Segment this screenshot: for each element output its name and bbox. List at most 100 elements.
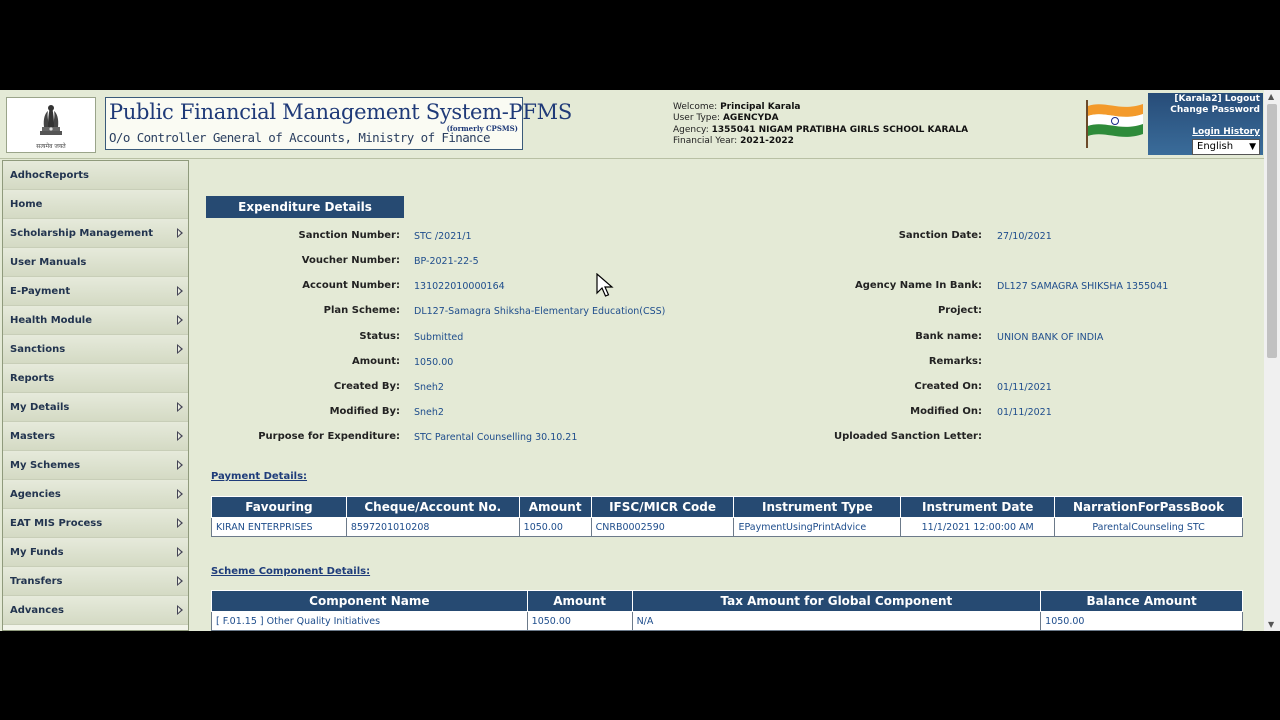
sidebar-item-advances[interactable]: Advances [3, 596, 188, 625]
payment-cell-instrument-type: EPaymentUsingPrintAdvice [733, 517, 902, 537]
login-history-link[interactable]: Login History [1192, 127, 1260, 137]
payment-cell-ifsc-micr-code: CNRB0002590 [590, 517, 735, 537]
user-link[interactable]: [Karala2] [1174, 94, 1221, 104]
user-type-value: AGENCYDA [722, 113, 779, 124]
field-value-account-number: 131022010000164 [414, 280, 505, 292]
submenu-arrow-icon [177, 518, 183, 528]
payment-header-amount: Amount [518, 496, 592, 518]
sidebar-item-label: Home [10, 199, 43, 210]
national-emblem-logo: सत्यमेव जयते [6, 97, 96, 153]
sidebar-item-my-funds[interactable]: My Funds [3, 538, 188, 567]
sidebar-item-e-payment[interactable]: E-Payment [3, 277, 188, 306]
sidebar-item-my-schemes[interactable]: My Schemes [3, 451, 188, 480]
account-panel: [Karala2] Logout Change Password Login H… [1148, 93, 1263, 155]
payment-cell-narrationforpassbook: ParentalCounseling STC [1054, 517, 1243, 537]
sidebar-item-transfers[interactable]: Transfers [3, 567, 188, 596]
field-label-account-number: Account Number: [302, 280, 400, 291]
field-value-bank-name: UNION BANK OF INDIA [997, 331, 1104, 343]
submenu-arrow-icon [177, 460, 183, 470]
field-value-created-by: Sneh2 [414, 381, 444, 393]
pfms-banner: Public Financial Management System-PFMS … [105, 97, 572, 150]
sidebar-item-label: Masters [10, 431, 56, 442]
sidebar-item-label: Transfers [10, 576, 63, 587]
sidebar-item-label: EAT MIS Process [10, 518, 103, 529]
agency-label: Agency: [673, 124, 709, 135]
scheme-header-component-name: Component Name [211, 590, 528, 612]
sidebar-item-eat-mis-process[interactable]: EAT MIS Process [3, 509, 188, 538]
sidebar-item-label: My Funds [10, 547, 64, 558]
scheme-cell-component-name: [ F.01.15 ] Other Quality Initiatives [211, 611, 528, 631]
payment-header-favouring: Favouring [211, 496, 347, 518]
sidebar-item-reports[interactable]: Reports [3, 364, 188, 393]
field-value-sanction-date: 27/10/2021 [997, 230, 1052, 242]
agency-value: 1355041 NIGAM PRATIBHA GIRLS SCHOOL KARA… [711, 124, 969, 135]
field-label-status: Status: [359, 331, 400, 342]
vertical-scrollbar[interactable]: ▲ ▼ [1264, 90, 1280, 631]
sidebar-item-health-module[interactable]: Health Module [3, 306, 188, 335]
sidebar-item-adhocreports[interactable]: AdhocReports [3, 161, 188, 190]
sidebar-item-scholarship-management[interactable]: Scholarship Management [3, 219, 188, 248]
field-value-status: Submitted [414, 331, 464, 343]
scheme-header-tax-amount-for-global-component: Tax Amount for Global Component [631, 590, 1042, 612]
payment-header-instrument-type: Instrument Type [733, 496, 902, 518]
user-info-block: Welcome: Principal Karala User Type: AGE… [673, 102, 968, 147]
table-row: [ F.01.15 ] Other Quality Initiatives 105… [211, 611, 1243, 631]
field-value-purpose-for-expenditure: STC Parental Counselling 30.10.21 [414, 431, 578, 443]
sidebar-item-home[interactable]: Home [3, 190, 188, 219]
india-flag-icon [1086, 100, 1143, 148]
field-label-created-on: Created On: [914, 381, 982, 392]
field-value-modified-by: Sneh2 [414, 406, 444, 418]
sidebar-item-masters[interactable]: Masters [3, 422, 188, 451]
field-label-bank-name: Bank name: [915, 331, 982, 342]
payment-cell-favouring: KIRAN ENTERPRISES [211, 517, 347, 537]
scroll-down-arrow-icon[interactable]: ▼ [1268, 620, 1274, 629]
field-label-purpose-for-expenditure: Purpose for Expenditure: [258, 431, 400, 442]
sidebar-item-label: My Schemes [10, 460, 81, 471]
scheme-header-balance-amount: Balance Amount [1040, 590, 1243, 612]
sidebar-item-label: E-Payment [10, 286, 71, 297]
sidebar-item-agencies[interactable]: Agencies [3, 480, 188, 509]
field-label-amount: Amount: [351, 356, 400, 367]
scroll-up-arrow-icon[interactable]: ▲ [1268, 92, 1274, 101]
payment-header-instrument-date: Instrument Date [900, 496, 1056, 518]
scrollbar-thumb[interactable] [1267, 104, 1277, 358]
submenu-arrow-icon [177, 576, 183, 586]
sidebar-item-user-manuals[interactable]: User Manuals [3, 248, 188, 277]
sidebar-item-label: Reports [10, 373, 55, 384]
financial-year-label: Financial Year: [673, 135, 738, 146]
sidebar-item-label: AdhocReports [10, 170, 89, 181]
payment-header-ifsc-micr-code: IFSC/MICR Code [590, 496, 735, 518]
main-content: Expenditure Details Sanction Number: STC … [192, 160, 1262, 631]
field-label-sanction-number: Sanction Number: [298, 230, 400, 241]
sidebar-item-label: Health Module [10, 315, 93, 326]
submenu-arrow-icon [177, 344, 183, 354]
field-value-voucher-number: BP-2021-22-5 [414, 255, 479, 267]
logout-link[interactable]: Logout [1225, 94, 1260, 104]
app-subtitle: O/o Controller General of Accounts, Mini… [109, 130, 491, 145]
language-select[interactable]: English ▼ [1192, 139, 1260, 155]
field-label-modified-by: Modified By: [329, 406, 400, 417]
field-label-project: Project: [937, 305, 982, 316]
scheme-component-table: Component Name Amount Tax Amount for Globa… [211, 590, 1243, 631]
scheme-cell-tax-amount-for-global-component: N/A [631, 611, 1042, 631]
scheme-header-amount: Amount [526, 590, 633, 612]
payment-cell-amount: 1050.00 [518, 517, 592, 537]
sidebar-item-sanctions[interactable]: Sanctions [3, 335, 188, 364]
submenu-arrow-icon [177, 315, 183, 325]
field-value-sanction-number: STC /2021/1 [414, 230, 472, 242]
field-value-agency-name-in-bank: DL127 SAMAGRA SHIKSHA 1355041 [997, 280, 1169, 292]
payment-cell-cheque-account-no: 8597201010208 [345, 517, 520, 537]
payment-details-link[interactable]: Payment Details: [211, 471, 307, 482]
change-password-link[interactable]: Change Password [1170, 105, 1260, 116]
emblem-caption: सत्यमेव जयते [36, 142, 66, 150]
payment-header-cheque-account-no: Cheque/Account No. [345, 496, 520, 518]
field-label-created-by: Created By: [333, 381, 400, 392]
section-heading-expenditure-details: Expenditure Details [206, 196, 404, 218]
field-label-plan-scheme: Plan Scheme: [323, 305, 400, 316]
page-header: सत्यमेव जयते Public Financial Management… [0, 90, 1264, 159]
sidebar-item-label: Scholarship Management [10, 228, 153, 239]
welcome-user-name: Principal Karala [720, 102, 801, 112]
sidebar-item-my-details[interactable]: My Details [3, 393, 188, 422]
field-label-voucher-number: Voucher Number: [301, 255, 400, 266]
scheme-component-details-link[interactable]: Scheme Component Details: [211, 566, 370, 577]
